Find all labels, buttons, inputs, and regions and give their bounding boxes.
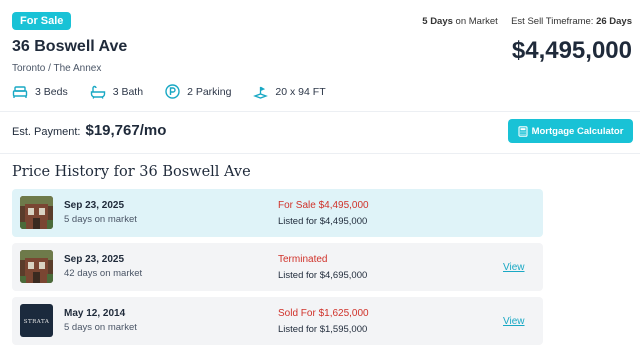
history-status: For Sale $4,495,000: [278, 200, 369, 211]
history-date-group: Sep 23, 2025 5 days on market: [64, 200, 137, 225]
sell-timeframe-label: Est Sell Timeframe:: [511, 16, 594, 27]
divider: [0, 111, 640, 112]
history-days-on-market: 42 days on market: [64, 268, 143, 279]
feature-baths: 3 Bath: [90, 85, 143, 99]
price-history-title: Price History for 36 Boswell Ave: [12, 164, 251, 180]
est-payment-label: Est. Payment:: [12, 126, 81, 138]
history-listed-price: Listed for $1,595,000: [278, 324, 368, 335]
history-date-group: May 12, 2014 5 days on market: [64, 308, 137, 333]
feature-beds: 3 Beds: [12, 85, 68, 99]
days-on-market-label: on Market: [455, 16, 498, 27]
listing-price: $4,495,000: [511, 37, 632, 64]
estimated-payment: Est. Payment: $19,767/mo: [12, 122, 166, 139]
history-date: Sep 23, 2025: [64, 200, 125, 211]
bed-icon: [12, 85, 28, 98]
history-listed-price: Listed for $4,495,000: [278, 216, 368, 227]
mortgage-calculator-button[interactable]: Mortgage Calculator: [508, 119, 633, 143]
days-on-market-value: 5 Days: [422, 16, 453, 27]
history-listed-price: Listed for $4,695,000: [278, 270, 368, 281]
price-history-row: STRATA May 12, 2014 5 days on market Sol…: [12, 297, 543, 345]
history-days-on-market: 5 days on market: [64, 214, 137, 225]
baths-label: 3 Bath: [112, 85, 144, 98]
listing-address: 36 Boswell Ave: [12, 38, 128, 55]
history-status-group: For Sale $4,495,000 Listed for $4,495,00…: [278, 200, 369, 227]
price-history-row: Sep 23, 2025 5 days on market For Sale $…: [12, 189, 543, 237]
history-status-group: Sold For $1,625,000 Listed for $1,595,00…: [278, 308, 369, 335]
history-status: Sold For $1,625,000: [278, 308, 369, 319]
feature-lot: 20 x 94 FT: [253, 84, 326, 99]
view-link[interactable]: View: [503, 262, 525, 273]
divider: [0, 153, 640, 154]
lot-size-label: 20 x 94 FT: [275, 85, 326, 98]
calculator-icon: [518, 125, 528, 137]
features-row: 3 Beds 3 Bath 2 Parking 20 x 94 FT: [12, 84, 348, 99]
history-date: May 12, 2014: [64, 308, 126, 319]
listing-locality: Toronto / The Annex: [12, 63, 102, 74]
price-history-row: Sep 23, 2025 42 days on market Terminate…: [12, 243, 543, 291]
status-badge: For Sale: [12, 12, 72, 30]
svg-text:STRATA: STRATA: [24, 319, 50, 325]
feature-parking: 2 Parking: [165, 84, 231, 99]
view-link[interactable]: View: [503, 316, 525, 327]
beds-label: 3 Beds: [35, 85, 68, 98]
bathtub-icon: [90, 85, 105, 99]
parking-icon: [165, 84, 180, 99]
history-status-group: Terminated Listed for $4,695,000: [278, 254, 367, 281]
sell-timeframe-value: 26 Days: [596, 16, 632, 27]
history-date: Sep 23, 2025: [64, 254, 125, 265]
history-status: Terminated: [278, 254, 328, 265]
history-days-on-market: 5 days on market: [64, 322, 137, 333]
house-photo-thumbnail: [20, 250, 53, 283]
lot-size-icon: [253, 86, 269, 99]
market-stats: 5 Days on Market Est Sell Timeframe: 26 …: [422, 16, 632, 27]
house-photo-thumbnail: [20, 196, 53, 229]
strata-logo-thumbnail: STRATA: [20, 304, 53, 337]
parking-label: 2 Parking: [187, 85, 232, 98]
history-date-group: Sep 23, 2025 42 days on market: [64, 254, 142, 279]
mortgage-calculator-label: Mortgage Calculator: [531, 125, 624, 137]
est-payment-value: $19,767/mo: [85, 122, 167, 139]
